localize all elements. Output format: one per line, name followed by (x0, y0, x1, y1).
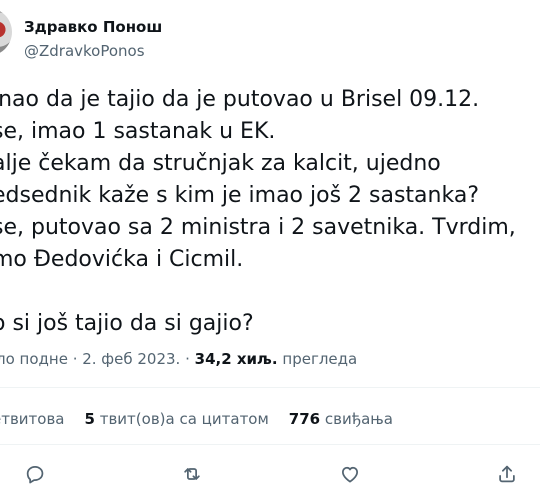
quotes-label: твит(ов)а са цитатом (94, 410, 269, 428)
reply-icon (26, 465, 44, 484)
tweet-line: mo Đedovićka i Cicmil. (0, 247, 244, 272)
likes-count: 776 (288, 410, 321, 428)
quotes-count: 5 (84, 410, 95, 428)
tweet-text: inao da je tajio da je putovao u Brisel … (0, 84, 516, 340)
divider (0, 444, 540, 445)
avatar[interactable] (0, 8, 12, 56)
tweet-line: se, putovao sa 2 ministra i 2 savetnika.… (0, 215, 516, 240)
tweet-meta: ло подне · 2. феб 2023. · 34,2 хиљ. прег… (0, 350, 357, 368)
views-count: 34,2 хиљ. (194, 350, 278, 368)
tweet-detail: Здравко Понош @ZdravkoPonos inao da je t… (0, 0, 540, 501)
tweet-line: inao da je tajio da je putovao u Brisel … (0, 87, 480, 112)
views-label: прегледа (277, 350, 358, 368)
likes-label: свиђања (320, 410, 393, 428)
author-name[interactable]: Здравко Понош (24, 18, 162, 36)
action-bar (0, 460, 540, 488)
author-handle[interactable]: @ZdravkoPonos (24, 42, 145, 60)
retweet-icon (184, 468, 200, 480)
like-button[interactable] (336, 460, 364, 488)
engagement-stats: етвитова 5 твит(ов)а са цитатом 776 свиђањ… (0, 410, 393, 428)
tweet-line: o si još tajio da si gajio? (0, 311, 254, 336)
divider (0, 387, 540, 388)
share-button[interactable] (493, 460, 521, 488)
retweets-link[interactable]: етвитова (0, 410, 65, 428)
tweet-line: edsednik kaže s kim je imao još 2 sastan… (0, 183, 479, 208)
tweet-line: alje čekam da stručnjak za kalcit, ujedn… (0, 151, 441, 176)
share-icon (499, 465, 515, 483)
reply-button[interactable] (21, 460, 49, 488)
timestamp[interactable]: ло подне · 2. феб 2023. · (0, 350, 195, 368)
likes-link[interactable]: 776 свиђања (289, 410, 393, 428)
tweet-line: se, imao 1 sastanak u EK. (0, 119, 276, 144)
quotes-link[interactable]: 5 твит(ов)а са цитатом (85, 410, 269, 428)
retweet-button[interactable] (178, 460, 206, 488)
like-icon (341, 466, 359, 483)
